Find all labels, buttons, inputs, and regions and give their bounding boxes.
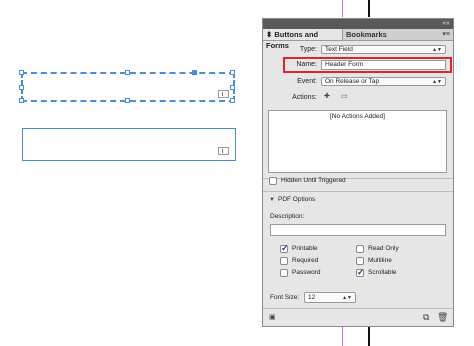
printable-label: Printable — [292, 245, 318, 252]
divider — [263, 191, 453, 192]
tab-arrows-icon: ⬍ — [266, 30, 273, 39]
resize-handle[interactable] — [230, 98, 235, 103]
text-field-icon — [218, 90, 229, 98]
dropdown-arrows-icon: ▲▼ — [342, 295, 352, 301]
tab-buttons-and-forms[interactable]: ⬍ Buttons and Forms — [263, 29, 343, 50]
type-label: Type: — [299, 46, 317, 53]
resize-handle[interactable] — [230, 85, 235, 90]
selected-text-field[interactable] — [19, 70, 235, 103]
event-dropdown[interactable]: On Release or Tap ▲▼ — [321, 77, 446, 86]
required-label: Required — [292, 257, 319, 264]
dropdown-arrows-icon: ▲▼ — [432, 79, 442, 85]
description-label: Description: — [270, 213, 305, 220]
resize-handle[interactable] — [19, 98, 24, 103]
resize-handle[interactable] — [19, 70, 24, 75]
font-size-combo[interactable]: 12 ▲▼ — [304, 292, 356, 303]
convert-icon[interactable]: ⧉ — [423, 313, 429, 322]
collapse-panel-icon[interactable]: «« — [442, 19, 450, 29]
read-only-label: Read Only — [368, 245, 399, 252]
name-label: Name: — [296, 61, 317, 68]
buttons-and-forms-panel: «« ⬍ Buttons and Forms Bookmarks ▾≡ Type… — [262, 18, 454, 327]
password-label: Password — [292, 269, 321, 276]
guide-line-magenta-bottom — [342, 327, 343, 346]
resize-handle[interactable] — [19, 85, 24, 90]
guide-line-magenta — [342, 0, 343, 17]
resize-handle[interactable] — [230, 70, 235, 75]
guide-line-black — [368, 0, 370, 17]
pdf-options-label: PDF Options — [278, 196, 316, 203]
panel-tabs: ⬍ Buttons and Forms Bookmarks ▾≡ — [263, 29, 453, 50]
event-label: Event: — [297, 78, 317, 85]
actions-empty-text: [No Actions Added] — [330, 113, 385, 120]
divider — [263, 308, 453, 309]
description-input[interactable] — [270, 224, 446, 236]
scrollable-checkbox[interactable] — [356, 267, 365, 278]
preview-icon[interactable]: ▣ — [269, 314, 276, 322]
scrollable-label: Scrollable — [368, 269, 397, 276]
hidden-until-triggered-label: Hidden Until Triggered — [281, 177, 346, 184]
resize-handle[interactable] — [192, 70, 197, 75]
read-only-checkbox[interactable] — [356, 245, 364, 253]
text-field[interactable] — [22, 128, 236, 161]
remove-action-icon[interactable]: ▭ — [341, 93, 348, 101]
resize-handle[interactable] — [125, 70, 130, 75]
hidden-until-triggered-checkbox[interactable] — [269, 177, 277, 185]
actions-label: Actions: — [292, 94, 317, 101]
resize-handle[interactable] — [125, 98, 130, 103]
actions-list[interactable]: [No Actions Added] — [268, 110, 447, 173]
trash-icon[interactable]: 🗑 — [437, 313, 448, 322]
multiline-checkbox[interactable] — [356, 257, 364, 265]
guide-line-black-bottom — [368, 327, 370, 346]
dropdown-arrows-icon: ▲▼ — [432, 47, 442, 53]
tab-bookmarks[interactable]: Bookmarks — [343, 29, 388, 40]
panel-title-bar[interactable]: «« — [263, 19, 453, 29]
disclosure-triangle-icon[interactable]: ▼ — [269, 196, 275, 204]
font-size-label: Font Size: — [270, 294, 300, 301]
multiline-label: Multiline — [368, 257, 392, 264]
text-field-icon — [218, 147, 229, 155]
name-input[interactable]: Header Form — [321, 60, 446, 70]
type-dropdown[interactable]: Text Field ▲▼ — [321, 45, 446, 54]
password-checkbox[interactable] — [280, 269, 288, 277]
required-checkbox[interactable] — [280, 257, 288, 265]
panel-menu-icon[interactable]: ▾≡ — [442, 29, 450, 40]
printable-checkbox[interactable] — [280, 243, 289, 254]
add-action-icon[interactable]: ✚ — [324, 93, 330, 101]
